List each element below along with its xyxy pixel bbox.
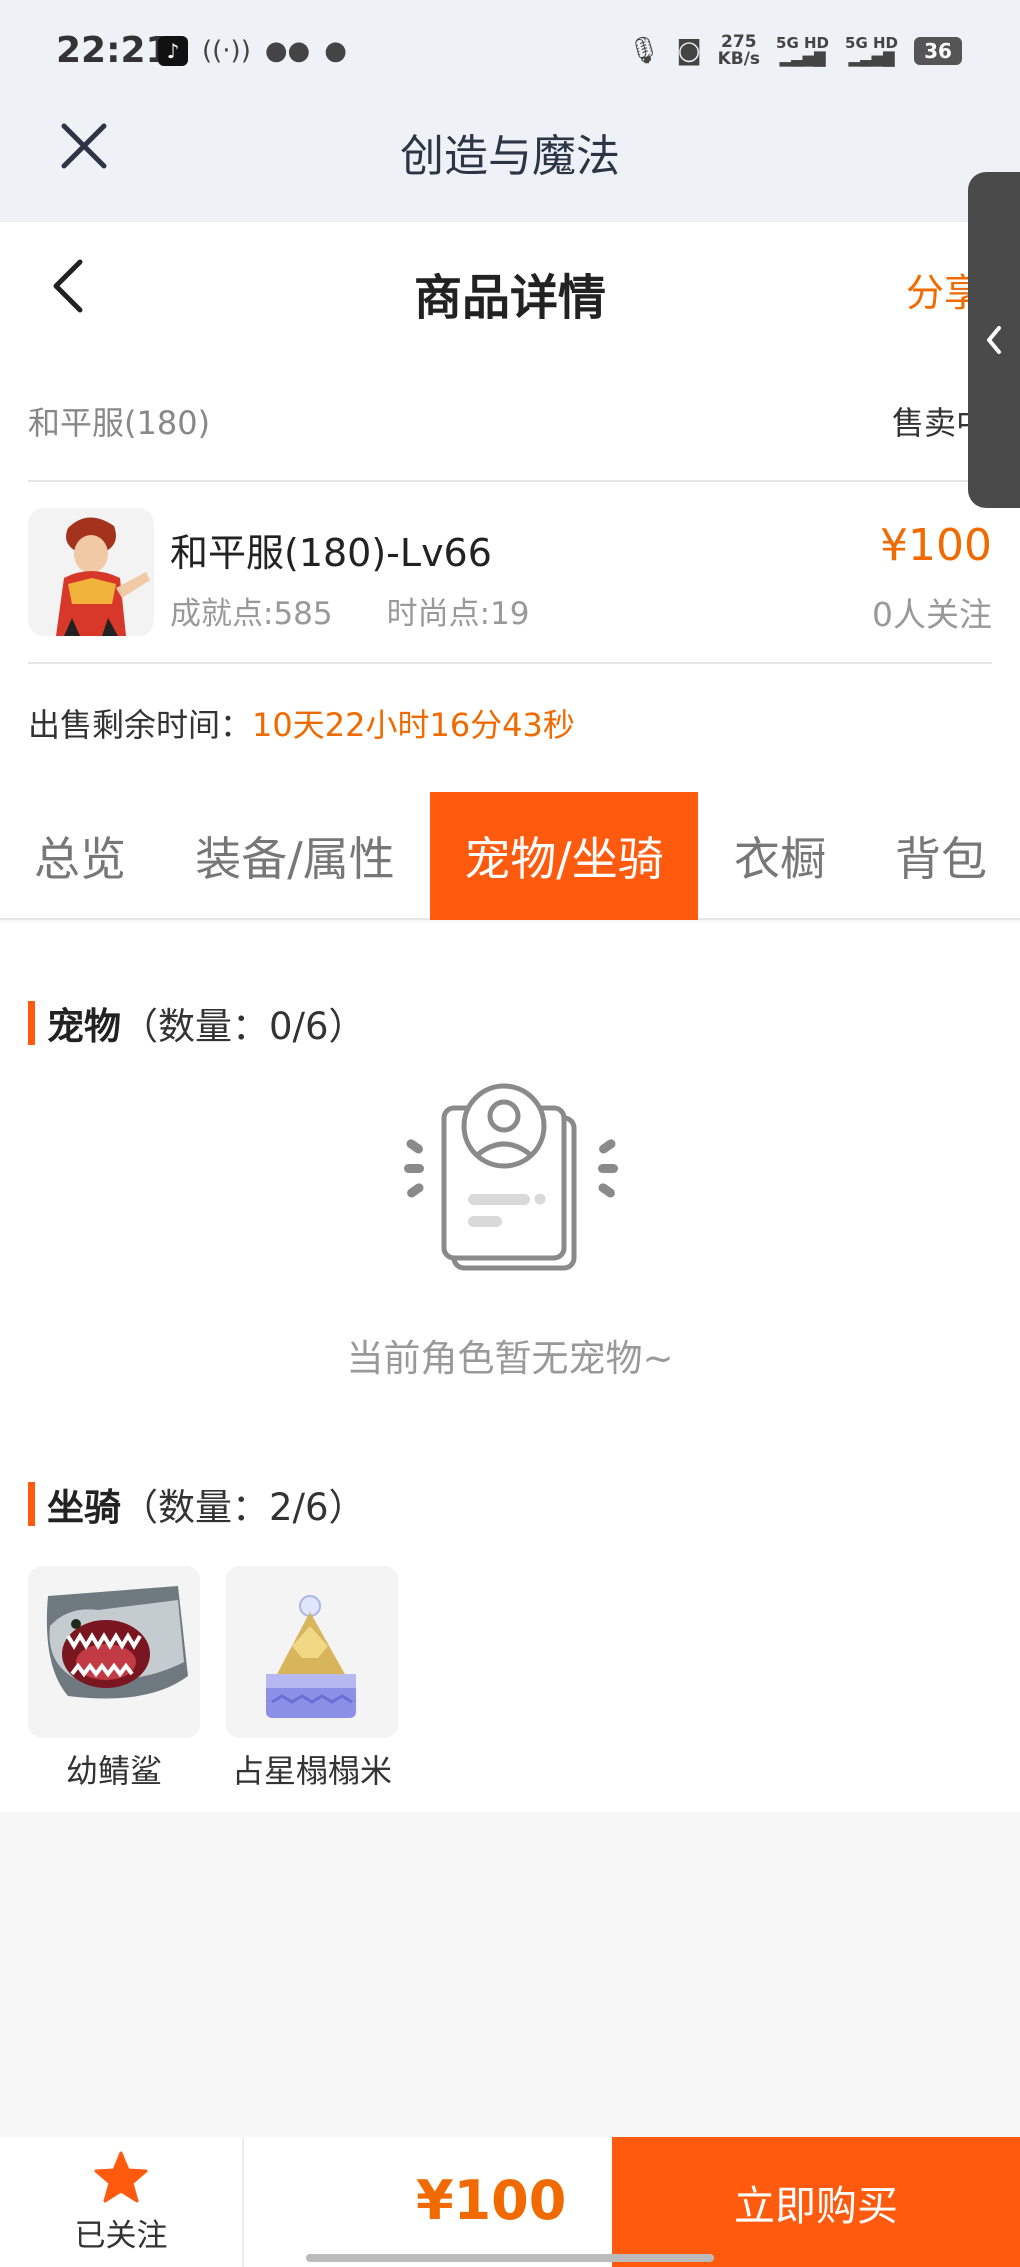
shark-mount-image (28, 1566, 200, 1738)
mount-thumbnail (28, 1566, 200, 1738)
camera-icon: ◙ (676, 36, 702, 66)
tab-wardrobe[interactable]: 衣橱 (698, 792, 862, 920)
battery-icon: 36 (914, 37, 962, 65)
tab-overview[interactable]: 总览 (0, 792, 160, 920)
section-accent-bar (28, 1482, 35, 1526)
server-name: 和平服(180) (28, 404, 211, 442)
chevron-left-icon (987, 326, 1001, 354)
app-title: 创造与魔法 (400, 131, 620, 182)
net-speed: 275 KB/s (717, 32, 761, 69)
status-time: 22:21 (56, 30, 171, 71)
divider (28, 662, 992, 664)
role-avatar-image (28, 508, 154, 636)
tab-backpack[interactable]: 背包 (862, 792, 1020, 920)
tab-equipment[interactable]: 装备/属性 (160, 792, 430, 920)
role-avatar (28, 508, 154, 636)
mount-thumbnail (226, 1566, 398, 1738)
mount-name: 幼鲭鲨 (65, 1752, 162, 1790)
achievement-points: 成就点:585 (170, 596, 333, 632)
signal-sim1: 5G HD ▂▃▅▇ (776, 34, 830, 67)
pets-section-title: 宠物 （数量：0/6） (28, 996, 366, 1050)
listing-price: ¥100 (880, 520, 992, 571)
section-accent-bar (28, 1001, 35, 1045)
divider (28, 480, 992, 482)
sale-remaining-time: 出售剩余时间：10天22小时16分43秒 (28, 700, 575, 746)
follow-button[interactable]: 已关注 (0, 2137, 244, 2267)
mounts-section-title: 坐骑 （数量：2/6） (28, 1477, 366, 1531)
follower-count: 0人关注 (872, 595, 992, 634)
tab-pets-mounts[interactable]: 宠物/坐骑 (430, 792, 698, 920)
tatami-mount-image (226, 1566, 398, 1738)
mount-name: 占星榻榻米 (231, 1752, 392, 1790)
status-bar: 22:21 ♪ ((·)) ●● ● 🎙 ◙ 275 KB/s 5G HD ▂▃▅… (0, 0, 1020, 110)
message-icon: ● (324, 36, 347, 66)
empty-pets-text: 当前角色暂无宠物~ (346, 1337, 674, 1380)
bottom-action-bar: 已关注 ¥100 立即购买 (0, 2137, 1020, 2267)
tab-bar: 总览 装备/属性 宠物/坐骑 衣橱 背包 (0, 792, 1020, 920)
remaining-label: 出售剩余时间： (28, 706, 253, 744)
buy-now-button[interactable]: 立即购买 (612, 2137, 1020, 2267)
wechat-icon: ●● (264, 36, 311, 66)
mount-item[interactable]: 占星榻榻米 (226, 1566, 398, 1792)
signal-sim2: 5G HD ▂▃▅▇ (845, 34, 898, 67)
mount-item[interactable]: 幼鲭鲨 (28, 1566, 200, 1792)
home-indicator[interactable] (306, 2254, 714, 2262)
side-drawer-handle[interactable] (968, 172, 1020, 508)
role-name: 和平服(180)-Lv66 (170, 531, 492, 575)
bottom-price: ¥100 (416, 2169, 567, 2232)
remaining-value: 10天22小时16分43秒 (252, 706, 575, 744)
top-bar: 22:21 ♪ ((·)) ●● ● 🎙 ◙ 275 KB/s 5G HD ▂▃▅… (0, 0, 1020, 222)
empty-state-icon (404, 1083, 618, 1271)
tiktok-icon: ♪ (158, 36, 188, 66)
microphone-icon: 🎙 (627, 36, 661, 66)
star-icon (94, 2151, 148, 2202)
fashion-points: 时尚点:19 (386, 596, 530, 632)
hotspot-icon: ((·)) (202, 36, 251, 66)
role-stats: 成就点:585 时尚点:19 (170, 588, 530, 633)
page-title: 商品详情 (413, 270, 606, 326)
follow-label: 已关注 (74, 2217, 168, 2254)
